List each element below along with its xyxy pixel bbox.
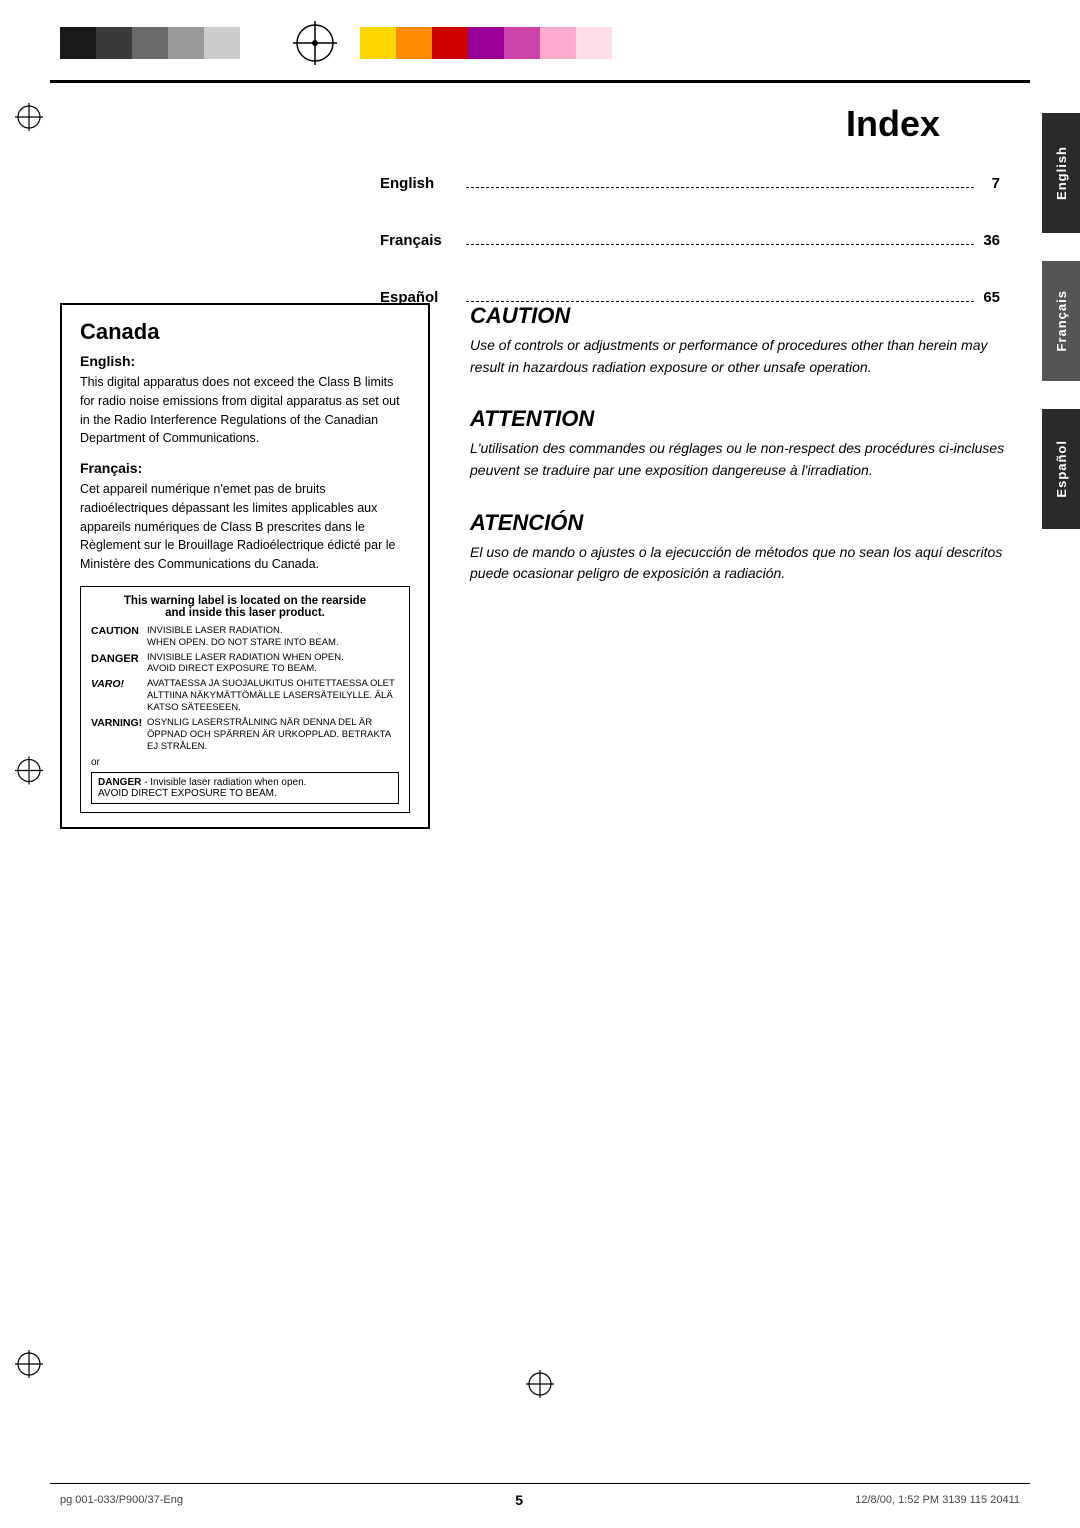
swatch-black bbox=[60, 27, 96, 59]
color-bar-right bbox=[360, 27, 612, 59]
tab-espanol-label: Español bbox=[1054, 440, 1069, 498]
crosshair-mark bbox=[290, 18, 340, 68]
right-notices: CAUTION Use of controls or adjustments o… bbox=[470, 303, 1020, 613]
swatch-purple bbox=[468, 27, 504, 59]
notice-attention-title: ATTENTION bbox=[470, 406, 1020, 432]
warning-title-line1: This warning label is located on the rea… bbox=[124, 595, 366, 607]
tab-english-label: English bbox=[1054, 146, 1069, 200]
canada-english-heading: English: bbox=[80, 353, 410, 369]
danger-bottom-keyword: DANGER bbox=[98, 777, 141, 788]
color-bar-section bbox=[0, 0, 1080, 68]
tab-francais[interactable]: Français bbox=[1042, 261, 1080, 381]
warning-row-caution: CAUTION INVISIBLE LASER RADIATION.WHEN O… bbox=[91, 625, 399, 649]
notice-attention-text: L'utilisation des commandes ou réglages … bbox=[470, 438, 1020, 481]
toc-section: English 7 Français 36 Español 65 bbox=[380, 175, 1000, 306]
notice-atencion-title: ATENCIÓN bbox=[470, 510, 1020, 536]
toc-dots-francais bbox=[466, 244, 974, 245]
reg-mark-topleft bbox=[15, 103, 43, 136]
warning-row-varo: VARO! AVATTAESSA JA SUOJALUKITUS OHITETT… bbox=[91, 678, 399, 714]
canada-english-text: This digital apparatus does not exceed t… bbox=[80, 373, 410, 448]
swatch-lightpink bbox=[576, 27, 612, 59]
toc-entry-english: English 7 bbox=[380, 175, 1000, 192]
warning-text-caution: INVISIBLE LASER RADIATION.WHEN OPEN. DO … bbox=[147, 625, 339, 649]
notice-atencion: ATENCIÓN El uso de mando o ajustes o la … bbox=[470, 510, 1020, 585]
warning-label-box: This warning label is located on the rea… bbox=[80, 586, 410, 813]
toc-dots-espanol bbox=[466, 301, 974, 302]
tab-francais-label: Français bbox=[1054, 290, 1069, 351]
warning-text-varning: OSYNLIG LASERSTRÅLNING NÄR DENNA DEL ÄR … bbox=[147, 717, 399, 753]
footer: pg 001-033/P900/37-Eng 5 12/8/00, 1:52 P… bbox=[0, 1484, 1080, 1508]
warning-title-line2: and inside this laser product. bbox=[165, 607, 325, 619]
swatch-pink bbox=[540, 27, 576, 59]
swatch-yellow bbox=[360, 27, 396, 59]
page-body: English Français Español Index English 7… bbox=[0, 83, 1080, 1463]
warning-row-varning: VARNING! OSYNLIG LASERSTRÅLNING NÄR DENN… bbox=[91, 717, 399, 753]
warning-text-varo: AVATTAESSA JA SUOJALUKITUS OHITETTAESSA … bbox=[147, 678, 399, 714]
swatch-red bbox=[432, 27, 468, 59]
color-bar-left bbox=[60, 27, 240, 59]
tab-strip: English Français Español bbox=[1042, 83, 1080, 537]
toc-entry-francais: Français 36 bbox=[380, 232, 1000, 249]
swatch-lightgray bbox=[204, 27, 240, 59]
danger-bottom-box: DANGER - Invisible laser radiation when … bbox=[91, 772, 399, 804]
footer-page-number: 5 bbox=[515, 1492, 523, 1508]
notice-attention: ATTENTION L'utilisation des commandes ou… bbox=[470, 406, 1020, 481]
canada-francais-text: Cet appareil numérique n'emet pas de bru… bbox=[80, 480, 410, 574]
swatch-darkgray bbox=[96, 27, 132, 59]
notice-caution-title: CAUTION bbox=[470, 303, 1020, 329]
swatch-gray bbox=[132, 27, 168, 59]
warning-keyword-varning: VARNING! bbox=[91, 717, 147, 731]
warning-keyword-danger: DANGER bbox=[91, 652, 147, 666]
reg-mark-midbottom bbox=[526, 1370, 554, 1403]
canada-francais-heading: Français: bbox=[80, 460, 410, 476]
page-title: Index bbox=[60, 103, 940, 145]
reg-mark-midleft bbox=[15, 757, 43, 790]
tab-espanol[interactable]: Español bbox=[1042, 409, 1080, 529]
swatch-midgray bbox=[168, 27, 204, 59]
reg-mark-bottomleft bbox=[15, 1350, 43, 1383]
warning-keyword-caution: CAUTION bbox=[91, 625, 147, 639]
toc-dots-english bbox=[466, 187, 974, 188]
toc-label-francais: Français bbox=[380, 232, 460, 249]
footer-right: 12/8/00, 1:52 PM 3139 115 20411 bbox=[855, 1494, 1020, 1506]
canada-title: Canada bbox=[80, 319, 410, 345]
tab-english[interactable]: English bbox=[1042, 113, 1080, 233]
notice-atencion-text: El uso de mando o ajustes o la ejecucció… bbox=[470, 542, 1020, 585]
footer-left: pg 001-033/P900/37-Eng bbox=[60, 1494, 183, 1506]
notice-caution-text: Use of controls or adjustments or perfor… bbox=[470, 335, 1020, 378]
toc-label-english: English bbox=[380, 175, 460, 192]
or-separator: or bbox=[91, 757, 399, 768]
canada-box: Canada English: This digital apparatus d… bbox=[60, 303, 430, 829]
toc-page-english: 7 bbox=[980, 175, 1000, 192]
warning-label-title: This warning label is located on the rea… bbox=[91, 595, 399, 619]
warning-keyword-varo: VARO! bbox=[91, 678, 147, 692]
warning-row-danger: DANGER INVISIBLE LASER RADIATION WHEN OP… bbox=[91, 652, 399, 676]
toc-page-francais: 36 bbox=[980, 232, 1000, 249]
swatch-orange bbox=[396, 27, 432, 59]
swatch-magenta bbox=[504, 27, 540, 59]
notice-caution: CAUTION Use of controls or adjustments o… bbox=[470, 303, 1020, 378]
warning-text-danger: INVISIBLE LASER RADIATION WHEN OPEN.AVOI… bbox=[147, 652, 344, 676]
